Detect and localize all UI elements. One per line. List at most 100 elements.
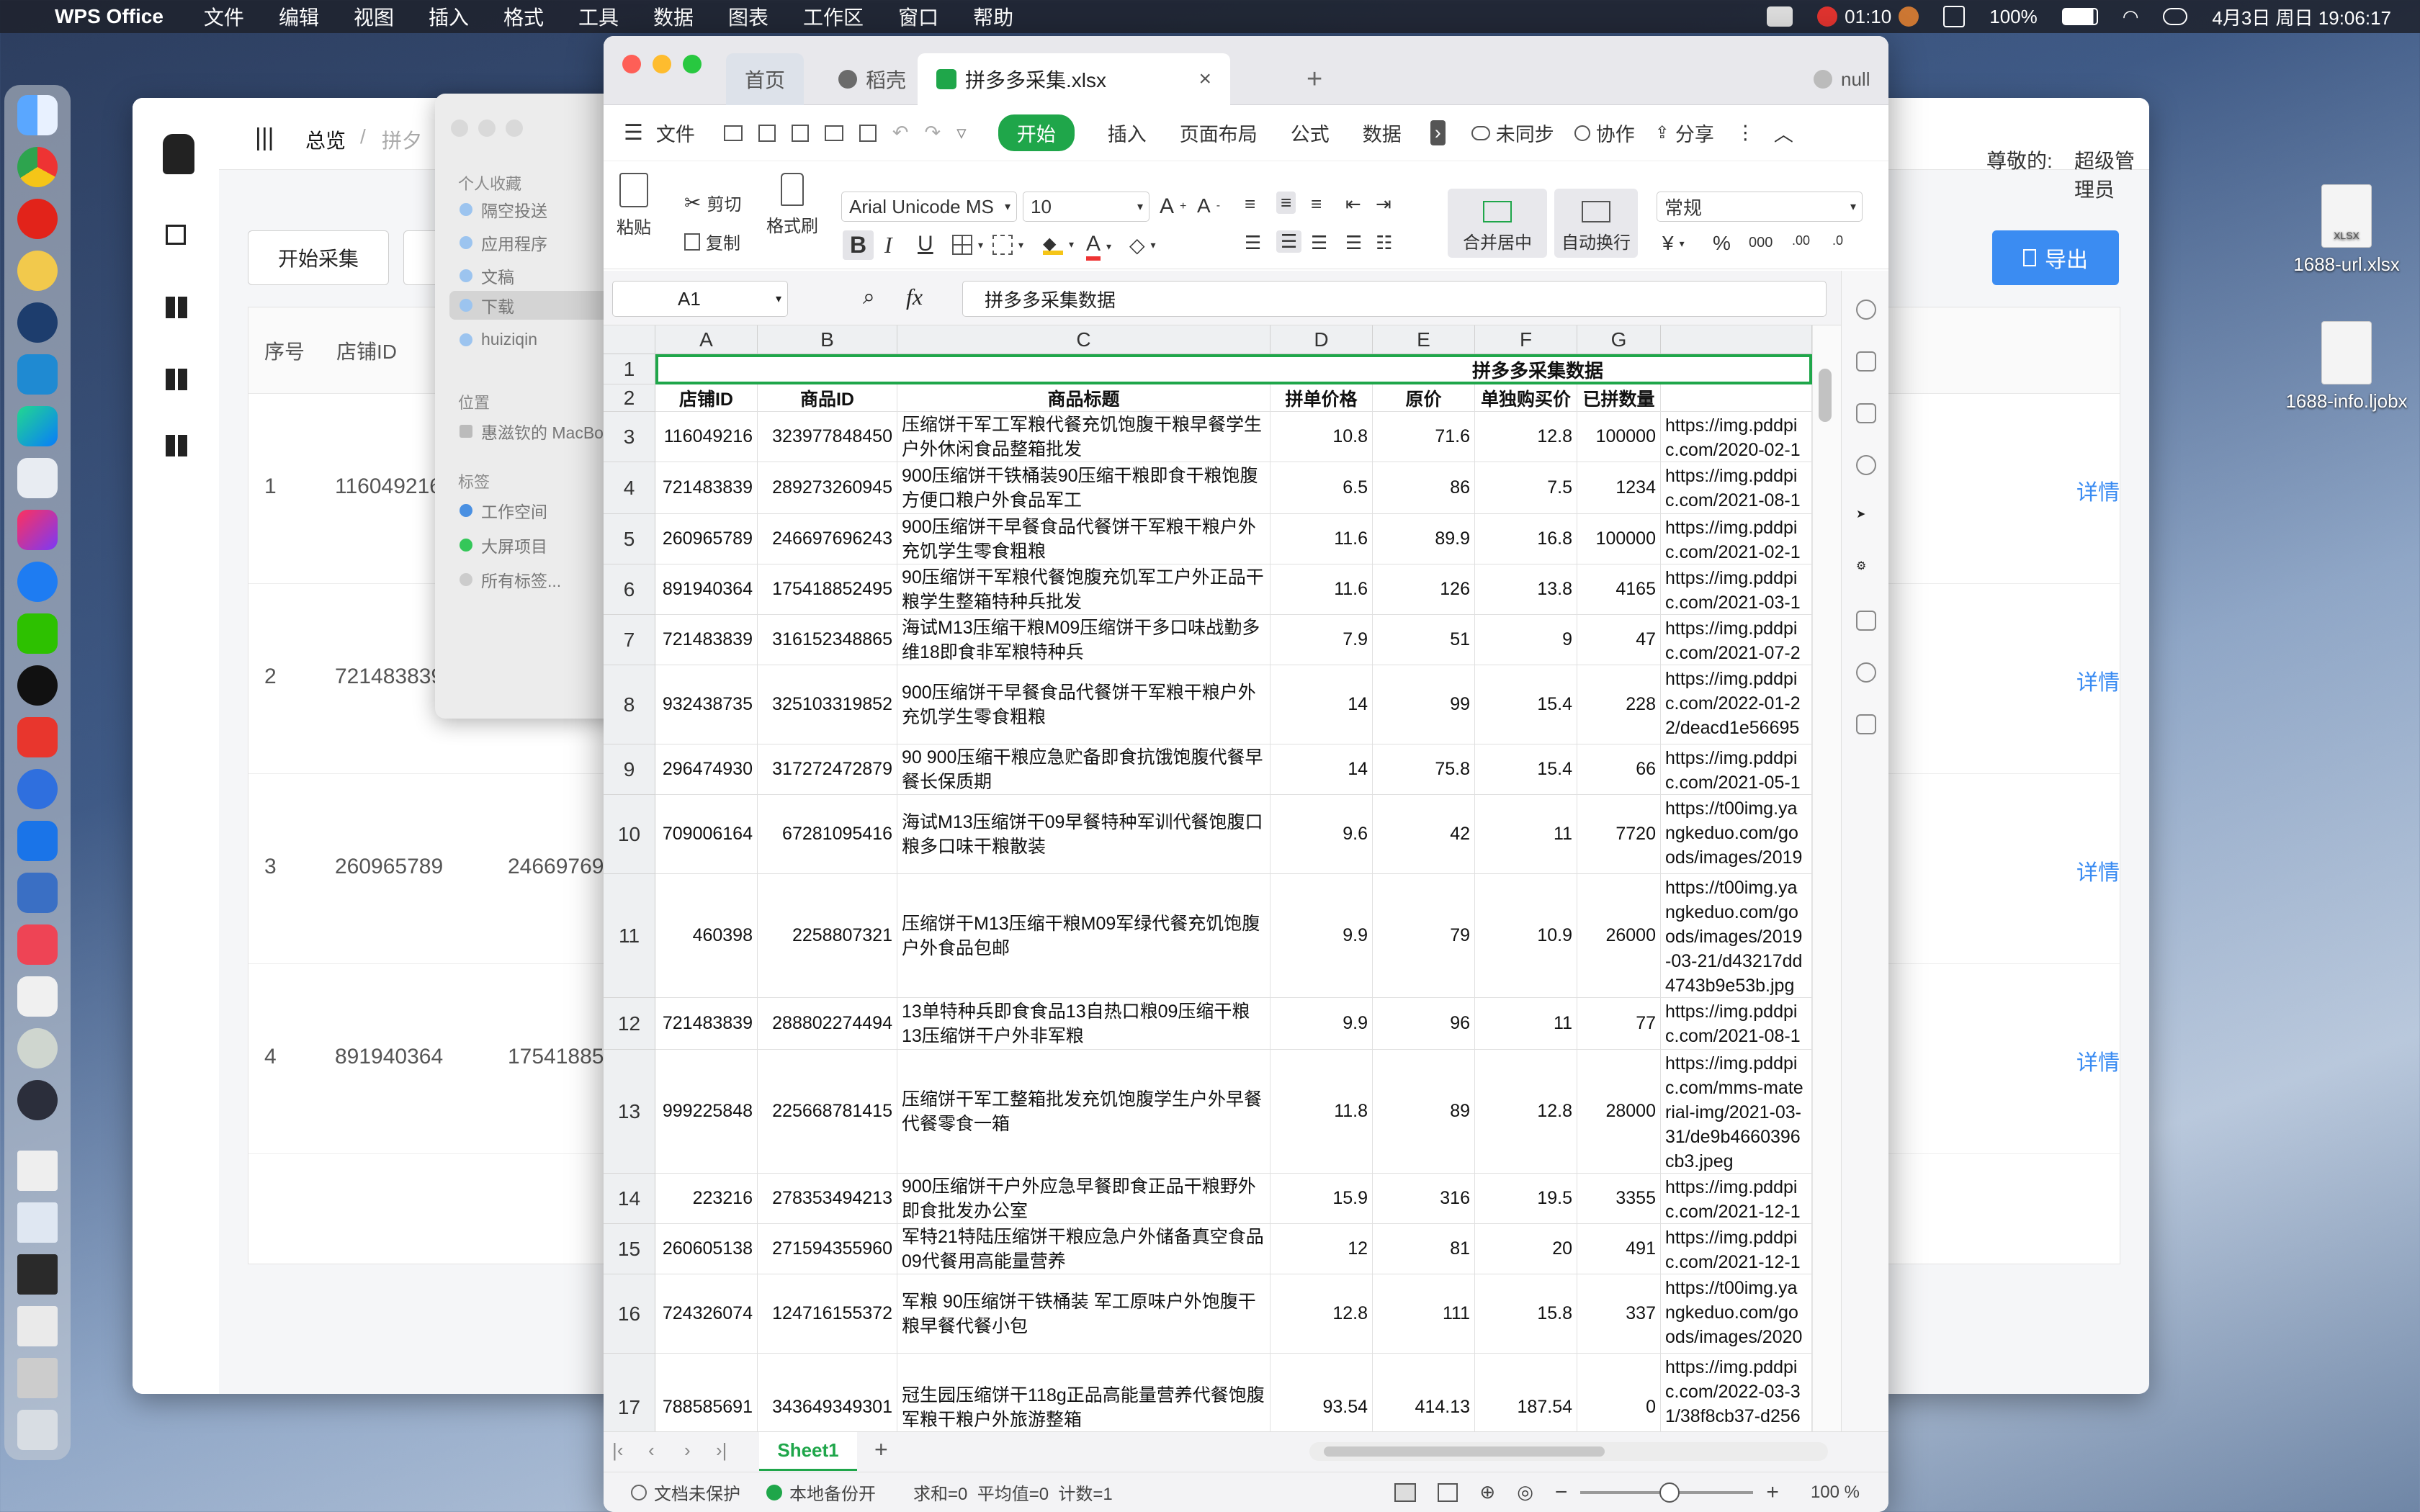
page-break-view-icon[interactable]: ⊕ [1479, 1481, 1495, 1503]
baidu-netdisk-icon[interactable] [17, 251, 58, 291]
edit-icon[interactable] [166, 225, 186, 245]
row-header[interactable]: 1 [604, 354, 655, 384]
table-cell[interactable]: 900压缩饼干铁桶装90压缩干粮即食干粮饱腹方便口粮户外食品军工 [897, 462, 1270, 514]
table-cell[interactable]: 225668781415 [758, 1050, 897, 1174]
table-cell[interactable]: 337 [1577, 1274, 1661, 1354]
table-cell[interactable]: https://img.pddpic.com/2021-08-17/989040… [1661, 462, 1812, 514]
table-cell[interactable]: 891940364 [655, 564, 758, 615]
cell-reference-box[interactable]: A1 ▾ [612, 281, 788, 317]
table-cell[interactable]: 187.54 [1475, 1354, 1577, 1431]
table-cell[interactable]: 79 [1373, 874, 1475, 998]
table-cell[interactable]: https://t00img.yangkeduo.com/goods/image… [1661, 874, 1812, 998]
table-cell[interactable]: 124716155372 [758, 1274, 897, 1354]
table-cell[interactable]: 96 [1373, 998, 1475, 1050]
new-tab-button[interactable]: + [1288, 53, 1341, 105]
app-monitor-icon[interactable] [17, 873, 58, 913]
user-account[interactable]: null [1795, 53, 1888, 105]
app-u-icon[interactable] [17, 821, 58, 861]
table-cell[interactable]: 20 [1475, 1224, 1577, 1274]
grid-icon[interactable] [166, 369, 187, 390]
fill-color-icon[interactable]: ◆ ▾ [1043, 233, 1074, 255]
font-grow-icon[interactable]: A + [1160, 194, 1186, 219]
app-train-icon[interactable] [17, 976, 58, 1017]
zoom-out-icon[interactable]: − [1555, 1480, 1568, 1505]
table-cell[interactable]: https://img.pddpic.com/2020-02-15/e17840… [1661, 412, 1812, 462]
minimize-window-icon[interactable] [653, 55, 671, 73]
tag-workspace[interactable]: 工作空间 [460, 498, 547, 523]
table-cell[interactable]: 军粮 90压缩饼干铁桶装 军工原味户外饱腹干粮早餐代餐小包 [897, 1274, 1270, 1354]
menu-insert[interactable]: 插入 [429, 2, 469, 31]
scrollbar-thumb[interactable] [1819, 369, 1832, 422]
table-cell[interactable]: 175418852495 [758, 564, 897, 615]
table-cell[interactable]: https://img.pddpic.com/2021-03-18/336f9b… [1661, 564, 1812, 615]
panel-style-icon[interactable] [1856, 351, 1876, 372]
panel-transform-icon[interactable] [1856, 611, 1876, 631]
table-cell[interactable]: 3355 [1577, 1174, 1661, 1224]
bold-icon[interactable]: B [843, 230, 874, 260]
row-header[interactable]: 9 [604, 744, 655, 795]
webstorm-icon[interactable] [17, 406, 58, 446]
maps-icon[interactable] [17, 562, 58, 602]
table-cell[interactable]: 721483839 [655, 615, 758, 665]
decrease-decimal-icon[interactable]: .0 [1832, 233, 1843, 248]
table-cell[interactable]: 90压缩饼干军粮代餐饱腹充饥军工户外正品干粮学生整箱特种兵批发 [897, 564, 1270, 615]
protect-status[interactable]: 文档未保护 [631, 1480, 740, 1505]
battery-icon[interactable] [2061, 8, 2098, 25]
table-cell[interactable]: 15.4 [1475, 744, 1577, 795]
table-cell[interactable]: 13单特种兵即食食品13自热口粮09压缩干粮13压缩饼干户外非军粮 [897, 998, 1270, 1050]
menu-view[interactable]: 视图 [354, 2, 394, 31]
tab-page-layout[interactable]: 页面布局 [1180, 119, 1258, 147]
table-cell[interactable]: 75.8 [1373, 744, 1475, 795]
menu-workspace[interactable]: 工作区 [803, 2, 864, 31]
app-name[interactable]: WPS Office [55, 5, 163, 28]
italic-icon[interactable]: I [884, 232, 892, 258]
panel-select-icon[interactable] [1856, 403, 1876, 423]
collab-button[interactable]: 协作 [1574, 119, 1635, 147]
zoom-level[interactable]: 100 % [1811, 1482, 1860, 1503]
table-cell[interactable]: 10.8 [1270, 412, 1373, 462]
breadcrumb-root[interactable]: 总览 [305, 125, 346, 154]
trash-icon[interactable] [17, 1410, 58, 1450]
table-cell[interactable]: 海试M13压缩饼干09早餐特种军训代餐饱腹口粮多口味干粮散装 [897, 795, 1270, 874]
table-cell[interactable]: 77 [1577, 998, 1661, 1050]
more-options-icon[interactable]: ⋮ [1736, 122, 1755, 144]
table-cell[interactable]: 116049216 [655, 412, 758, 462]
table-cell[interactable]: 93.54 [1270, 1354, 1373, 1431]
format-painter-button[interactable]: 格式刷 [766, 173, 818, 237]
cell-style-icon[interactable]: ▾ [992, 235, 1023, 255]
font-size-select[interactable]: 10 ▾ [1023, 192, 1150, 222]
table-cell[interactable]: https://img.pddpic.com/2022-03-31/38f8cb… [1661, 1354, 1812, 1431]
table-cell[interactable]: https://t00img.yangkeduo.com/goods/image… [1661, 795, 1812, 874]
align-left-icon[interactable]: ☰ [1245, 232, 1261, 254]
table-cell[interactable]: 26000 [1577, 874, 1661, 998]
tab-close-icon[interactable]: × [1198, 67, 1211, 91]
table-cell[interactable]: 278353494213 [758, 1174, 897, 1224]
table-cell[interactable]: 1234 [1577, 462, 1661, 514]
table-cell[interactable]: https://img.pddpic.com/2021-07-24/2947fb… [1661, 615, 1812, 665]
table-cell[interactable]: 11.6 [1270, 564, 1373, 615]
table-cell[interactable]: 压缩饼干军工军粮代餐充饥饱腹干粮早餐学生户外休闲食品整箱批发 [897, 412, 1270, 462]
font-family-select[interactable]: Arial Unicode MS ▾ [841, 192, 1017, 222]
table-cell[interactable]: https://img.pddpic.com/2021-02-11/84c526… [1661, 514, 1812, 564]
zoom-slider[interactable] [1580, 1482, 1754, 1503]
table-cell[interactable]: 316 [1373, 1174, 1475, 1224]
clock[interactable]: 4月3日 周日 19:06:17 [2212, 4, 2391, 30]
export-pdf-icon[interactable] [791, 124, 809, 142]
normal-view-icon[interactable] [1394, 1482, 1417, 1502]
control-center-icon[interactable] [2163, 8, 2188, 25]
menu-chart[interactable]: 图表 [728, 2, 768, 31]
history-icon[interactable] [1856, 662, 1876, 683]
column-header-e[interactable]: E [1373, 325, 1475, 354]
table-cell[interactable]: 19.5 [1475, 1174, 1577, 1224]
table-cell[interactable]: 10.9 [1475, 874, 1577, 998]
menu-file[interactable]: 文件 [204, 2, 244, 31]
reading-mode-icon[interactable]: ◎ [1517, 1481, 1533, 1503]
copy-button[interactable]: 复制 [684, 229, 740, 254]
column-title-cell[interactable]: 商品标题 [897, 384, 1270, 412]
cursor-app-icon[interactable] [1943, 6, 1966, 27]
table-cell[interactable]: 0 [1577, 1354, 1661, 1431]
window-thumb-icon[interactable] [17, 1358, 58, 1398]
save-icon[interactable] [758, 124, 776, 142]
table-cell[interactable]: 9.9 [1270, 998, 1373, 1050]
table-cell[interactable]: 788585691 [655, 1354, 758, 1431]
